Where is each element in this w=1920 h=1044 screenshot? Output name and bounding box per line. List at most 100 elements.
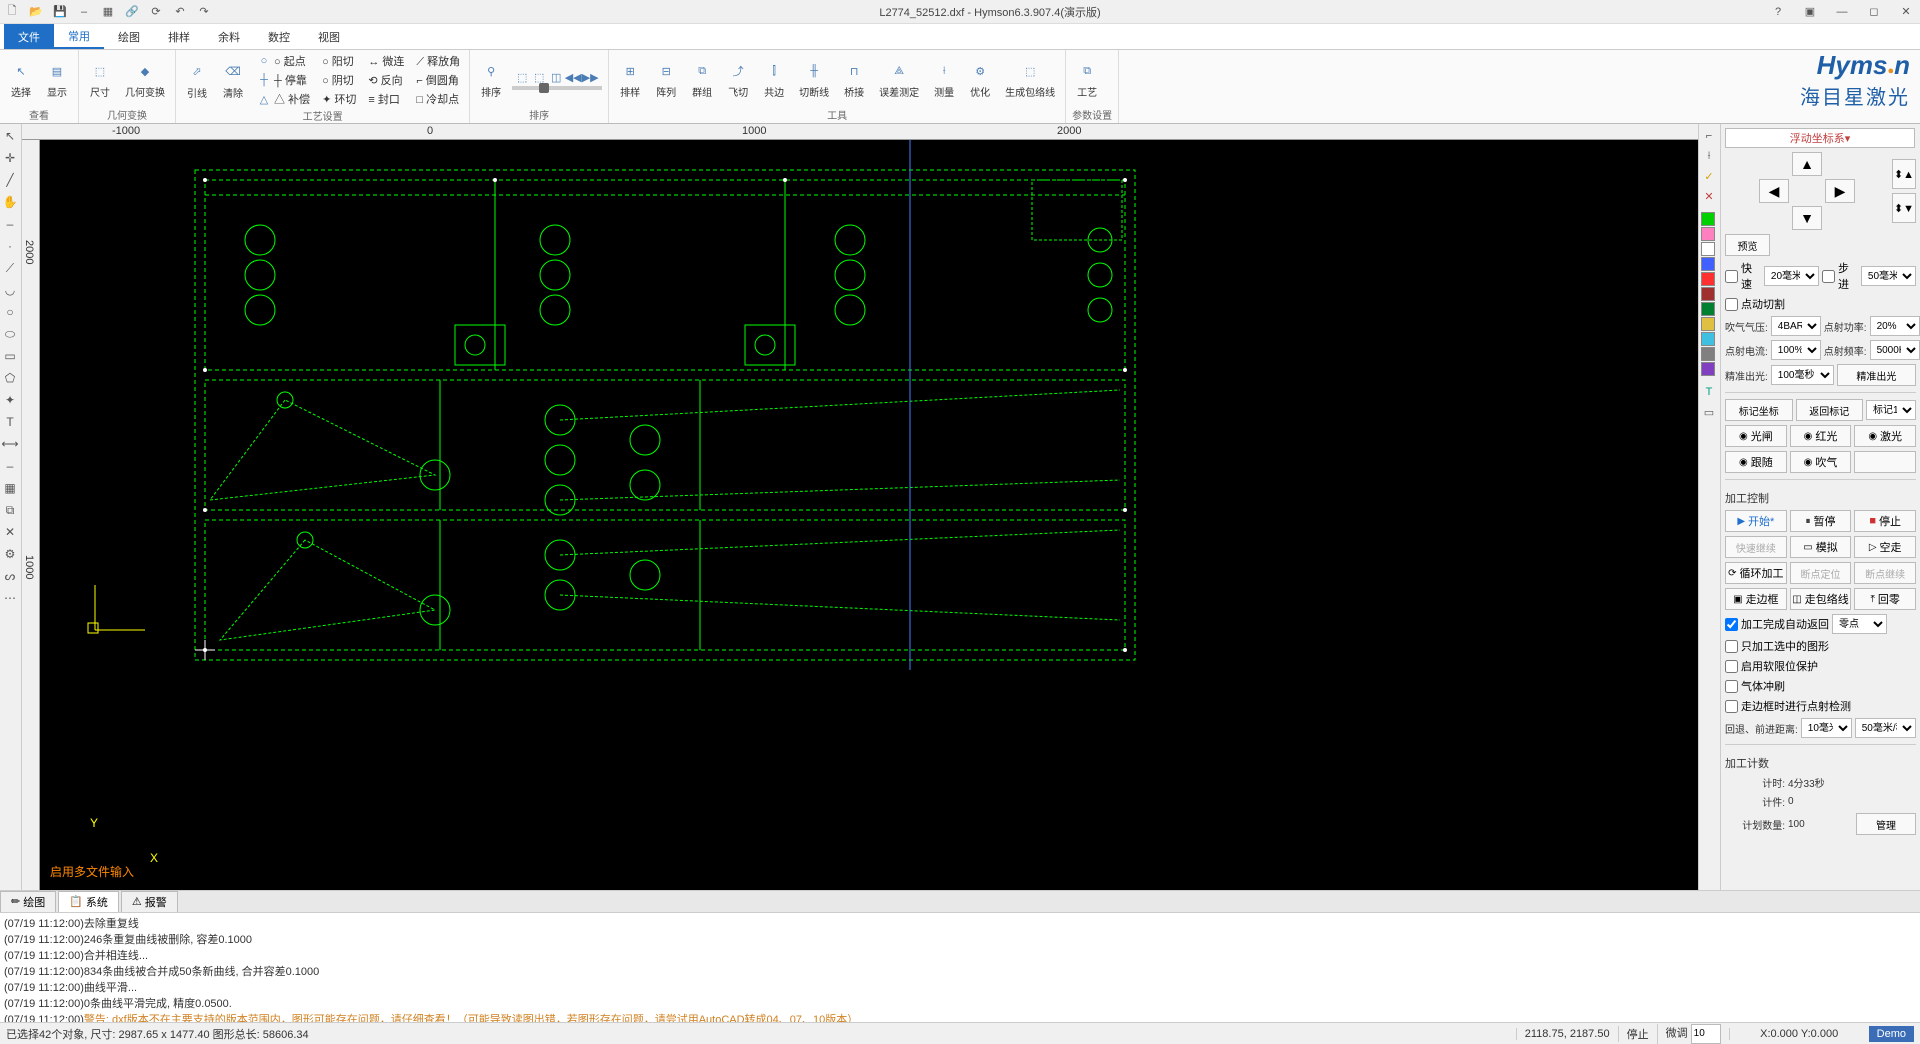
polygon-tool[interactable]: ⬠ (2, 370, 18, 386)
gear-tool[interactable]: ⚙ (2, 546, 18, 562)
redo-icon[interactable]: ↷ (196, 4, 212, 20)
layer-gray[interactable] (1701, 347, 1715, 361)
fast-check[interactable]: 快速 (1725, 260, 1761, 292)
ring-cut[interactable]: ✦ 环切 (319, 90, 359, 108)
shutter-button[interactable]: ◉ 光闸 (1725, 425, 1787, 447)
pause-button[interactable]: ⏸ 暂停 (1790, 510, 1852, 532)
sort-button[interactable]: ⚲排序 (476, 58, 506, 101)
star-tool[interactable]: ✦ (2, 392, 18, 408)
bracket-icon[interactable]: ⌐ (1701, 128, 1717, 144)
return-mark-button[interactable]: 返回标记 (1796, 399, 1864, 421)
measure-error-button[interactable]: ⟁误差测定 (875, 58, 923, 101)
slice-button[interactable]: ╫切断线 (795, 58, 833, 101)
layer-red[interactable] (1701, 272, 1715, 286)
sync-icon[interactable]: ⟳ (148, 4, 164, 20)
rect-layer-icon[interactable]: ▭ (1701, 404, 1717, 420)
sort-slider[interactable] (512, 86, 602, 90)
fillet[interactable]: ⌐ 倒圆角 (413, 71, 463, 89)
arc-tool[interactable]: ◡ (2, 282, 18, 298)
help-icon[interactable]: ? (1768, 4, 1788, 20)
more-tool[interactable]: ⋯ (2, 590, 18, 606)
node-tool[interactable]: ✛ (2, 150, 18, 166)
manage-button[interactable]: 管理 (1856, 813, 1916, 835)
shot-freq[interactable]: 5000Hz (1870, 340, 1920, 360)
log-panel[interactable]: (07/19 11:12:00)去除重复线 (07/19 11:12:00)24… (0, 912, 1920, 1022)
pan-tool[interactable]: ✋ (2, 194, 18, 210)
bridge-button[interactable]: ⊓桥接 (839, 58, 869, 101)
undo-icon[interactable]: ↶ (172, 4, 188, 20)
save-icon[interactable]: 💾 (52, 4, 68, 20)
coedge-button[interactable]: ⫿共边 (759, 58, 789, 101)
menu-file[interactable]: 文件 (4, 24, 54, 49)
tab-draw[interactable]: ✏ 绘图 (0, 891, 56, 913)
frame-button[interactable]: ▣ 走边框 (1725, 588, 1787, 610)
text-tool[interactable]: T (2, 414, 18, 430)
sort-opts[interactable]: ⬚⬚◫◀◀▶▶ (512, 69, 602, 85)
menu-common[interactable]: 常用 (54, 24, 104, 49)
coord-system-dropdown[interactable]: 浮动坐标系 ▾ (1725, 128, 1915, 148)
layer-pink[interactable] (1701, 227, 1715, 241)
restore-icon[interactable]: ▣ (1800, 4, 1820, 20)
z-up[interactable]: ⬍▲ (1892, 159, 1916, 189)
layer-purple[interactable] (1701, 362, 1715, 376)
retreat-dist[interactable]: 10毫米 (1801, 718, 1852, 738)
seal[interactable]: ≡ 封口 (365, 90, 407, 108)
micro-joint[interactable]: ↔ 微连 (365, 52, 407, 70)
select-button[interactable]: ↖选择 (6, 58, 36, 101)
group-tool[interactable]: ⧉ (2, 502, 18, 518)
tab-system[interactable]: 📋 系统 (58, 891, 119, 913)
bploc-button[interactable]: 断点定位 (1790, 562, 1852, 584)
start-button[interactable]: ▶ 开始* (1725, 510, 1787, 532)
layer-tool[interactable]: ▦ (2, 480, 18, 496)
layer-cyan[interactable] (1701, 332, 1715, 346)
laser-button[interactable]: ◉ 激光 (1854, 425, 1916, 447)
jog-down[interactable]: ▼ (1792, 206, 1822, 230)
seg-icon[interactable]: ⟊ (1701, 148, 1717, 164)
grid-icon[interactable]: ▦ (100, 4, 116, 20)
blank-button[interactable] (1854, 451, 1916, 473)
bpcont-button[interactable]: 断点继续 (1854, 562, 1916, 584)
start-point[interactable]: ○○ 起点 (254, 52, 313, 70)
layer-maroon[interactable] (1701, 287, 1715, 301)
framedet-check[interactable]: 走边框时进行点射检测 (1725, 698, 1916, 714)
fly-button[interactable]: ⤴飞切 (723, 58, 753, 101)
menu-draw[interactable]: 绘图 (104, 24, 154, 49)
gasflush-check[interactable]: 气体冲刷 (1725, 678, 1916, 694)
explode-tool[interactable]: ✕ (2, 524, 18, 540)
menu-nc[interactable]: 数控 (254, 24, 304, 49)
optimize-button[interactable]: ⚙优化 (965, 58, 995, 101)
spiral-tool[interactable]: ᔕ (2, 568, 18, 584)
point-tool[interactable]: · (2, 238, 18, 254)
new-icon[interactable]: 🗋 (4, 4, 20, 20)
sim-button[interactable]: ▭ 模拟 (1790, 536, 1852, 558)
wrap-button[interactable]: ◫ 走包络线 (1790, 588, 1852, 610)
group-button[interactable]: ⧉群组 (687, 58, 717, 101)
fast-value[interactable]: 20毫米 (1764, 266, 1819, 286)
line-tool[interactable]: ╱ (2, 172, 18, 188)
preview-button[interactable]: 预览 (1725, 234, 1770, 256)
loop-button[interactable]: ⟳ 循环加工 (1725, 562, 1787, 584)
shot-current[interactable]: 100% (1771, 340, 1821, 360)
dim-tool[interactable]: ⟷ (2, 436, 18, 452)
softlimit-check[interactable]: 启用软限位保护 (1725, 658, 1916, 674)
autoreturn-check[interactable]: 加工完成自动返回 (1725, 616, 1829, 632)
dock[interactable]: ┼┼ 停靠 (254, 71, 313, 89)
fine-input[interactable] (1691, 1024, 1721, 1044)
precout-value[interactable]: 100毫秒 (1771, 365, 1834, 385)
circle-tool[interactable]: ○ (2, 304, 18, 320)
cool-point[interactable]: □ 冷却点 (413, 90, 463, 108)
open-icon[interactable]: 📂 (28, 4, 44, 20)
dry-button[interactable]: ▷ 空走 (1854, 536, 1916, 558)
inner-cut[interactable]: ○ 阴切 (319, 71, 359, 89)
mark-coord-button[interactable]: 标记坐标 (1725, 399, 1793, 421)
redlight-button[interactable]: ◉ 红光 (1790, 425, 1852, 447)
reverse[interactable]: ⟲ 反向 (365, 71, 407, 89)
drawing-canvas[interactable]: Y X 启用多文件输入 (40, 140, 1698, 890)
text-layer-icon[interactable]: T (1701, 384, 1717, 400)
link-icon[interactable]: 🔗 (124, 4, 140, 20)
show-button[interactable]: ▤显示 (42, 58, 72, 101)
maximize-icon[interactable]: ◻ (1864, 4, 1884, 20)
stop-button[interactable]: ■ 停止 (1854, 510, 1916, 532)
clear-button[interactable]: ⌫清除 (218, 59, 248, 102)
blow-pressure[interactable]: 4BAR (1771, 316, 1821, 336)
